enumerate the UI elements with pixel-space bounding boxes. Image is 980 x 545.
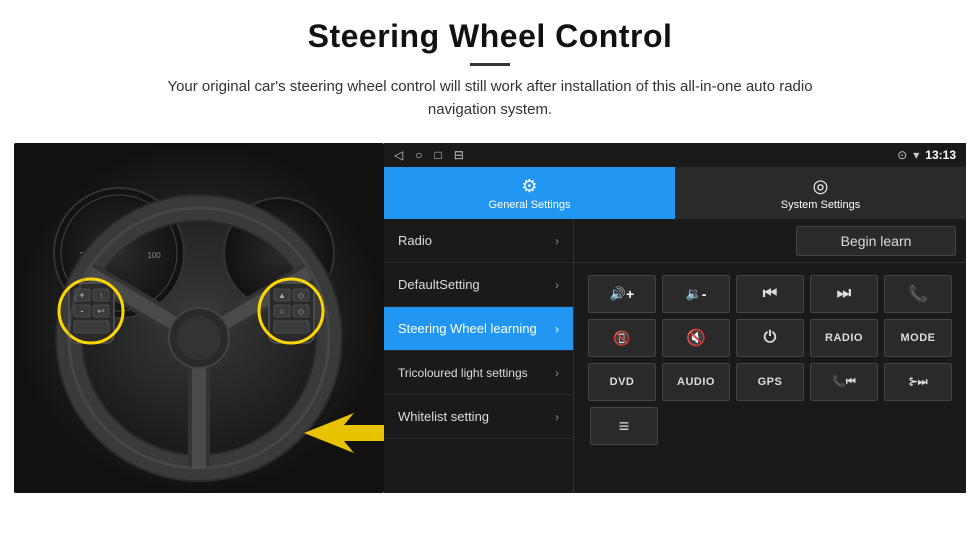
settings-content: Radio › DefaultSetting › Steering Wheel … — [384, 219, 966, 493]
header-divider — [470, 63, 510, 66]
prev-track-button[interactable]: ⏮ — [736, 275, 804, 313]
svg-text:-: - — [81, 306, 84, 316]
tab-bar: ⚙ General Settings ◎ System Settings — [384, 167, 966, 219]
tel-prev-button[interactable]: 📞⏮ — [810, 363, 878, 401]
begin-learn-row: Begin learn — [574, 219, 966, 263]
menu-item-default[interactable]: DefaultSetting › — [384, 263, 573, 307]
menu-steering-chevron: › — [555, 322, 559, 336]
control-row-4: ≡ — [582, 407, 958, 445]
control-row-1: 🔊+ 🔉- ⏮ ⏭ 📞 — [582, 275, 958, 313]
content-area: 60 100 20 — [14, 143, 966, 493]
radio-button[interactable]: RADIO — [810, 319, 878, 357]
svg-text:↩: ↩ — [97, 306, 105, 316]
android-panel: ◁ ○ □ ⊟ ⊙ ▾ 13:13 ⚙ General Settings ◎ S… — [384, 143, 966, 493]
menu-whitelist-label: Whitelist setting — [398, 409, 489, 424]
svg-text:▲: ▲ — [278, 291, 286, 300]
menu-item-radio[interactable]: Radio › — [384, 219, 573, 263]
wifi-icon: ▾ — [913, 148, 919, 162]
menu-column: Radio › DefaultSetting › Steering Wheel … — [384, 219, 574, 493]
svg-text:○: ○ — [279, 306, 284, 316]
next-track-button[interactable]: ⏭ — [810, 275, 878, 313]
menu-item-steering[interactable]: Steering Wheel learning › — [384, 307, 573, 351]
menu-tricoloured-chevron: › — [555, 366, 559, 380]
menu-item-tricoloured[interactable]: Tricoloured light settings › — [384, 351, 573, 395]
svg-text:↑: ↑ — [99, 291, 103, 300]
system-settings-icon: ◎ — [813, 176, 829, 197]
svg-text:◇: ◇ — [298, 291, 305, 300]
control-row-3: DVD AUDIO GPS 📞⏮ ⊱⏭ — [582, 363, 958, 401]
menu-default-label: DefaultSetting — [398, 277, 480, 292]
home-icon[interactable]: ○ — [415, 148, 422, 162]
svg-text:+: + — [79, 290, 84, 300]
tel-next-button[interactable]: ⊱⏭ — [884, 363, 952, 401]
audio-button[interactable]: AUDIO — [662, 363, 730, 401]
menu-tricoloured-label: Tricoloured light settings — [398, 366, 528, 380]
tab-general-label: General Settings — [489, 199, 571, 211]
location-icon: ⊙ — [897, 148, 907, 162]
svg-text:◇: ◇ — [298, 307, 305, 316]
phone-answer-button[interactable]: 📞 — [884, 275, 952, 313]
controls-grid: 🔊+ 🔉- ⏮ ⏭ 📞 📵 🔇 ⏻ RADIO MODE — [574, 271, 966, 455]
menu-item-whitelist[interactable]: Whitelist setting › — [384, 395, 573, 439]
page-title: Steering Wheel Control — [60, 18, 920, 55]
tab-general[interactable]: ⚙ General Settings — [384, 167, 675, 219]
recents-icon[interactable]: □ — [434, 148, 441, 162]
screenshot-icon[interactable]: ⊟ — [454, 148, 464, 162]
menu-default-chevron: › — [555, 278, 559, 292]
page-header: Steering Wheel Control Your original car… — [0, 0, 980, 129]
power-button[interactable]: ⏻ — [736, 319, 804, 357]
mode-button[interactable]: MODE — [884, 319, 952, 357]
vol-down-button[interactable]: 🔉- — [662, 275, 730, 313]
mute-button[interactable]: 🔇 — [662, 319, 730, 357]
menu-radio-label: Radio — [398, 233, 432, 248]
tab-system-label: System Settings — [781, 199, 860, 211]
gps-button[interactable]: GPS — [736, 363, 804, 401]
menu-whitelist-chevron: › — [555, 410, 559, 424]
menu-button[interactable]: ≡ — [590, 407, 658, 445]
back-icon[interactable]: ◁ — [394, 148, 403, 162]
phone-hangup-button[interactable]: 📵 — [588, 319, 656, 357]
tab-system[interactable]: ◎ System Settings — [675, 167, 966, 219]
svg-text:100: 100 — [147, 251, 161, 260]
general-settings-icon: ⚙ — [521, 176, 537, 197]
menu-steering-label: Steering Wheel learning — [398, 321, 537, 336]
dvd-button[interactable]: DVD — [588, 363, 656, 401]
begin-learn-button[interactable]: Begin learn — [796, 226, 956, 256]
control-row-2: 📵 🔇 ⏻ RADIO MODE — [582, 319, 958, 357]
vol-up-button[interactable]: 🔊+ — [588, 275, 656, 313]
menu-radio-chevron: › — [555, 234, 559, 248]
right-panel: Begin learn 🔊+ 🔉- ⏮ ⏭ 📞 📵 🔇 — [574, 219, 966, 493]
steering-wheel-image: 60 100 20 — [14, 143, 384, 493]
status-time: 13:13 — [925, 148, 956, 162]
page-subtitle: Your original car's steering wheel contr… — [150, 76, 830, 121]
status-bar: ◁ ○ □ ⊟ ⊙ ▾ 13:13 — [384, 143, 966, 167]
